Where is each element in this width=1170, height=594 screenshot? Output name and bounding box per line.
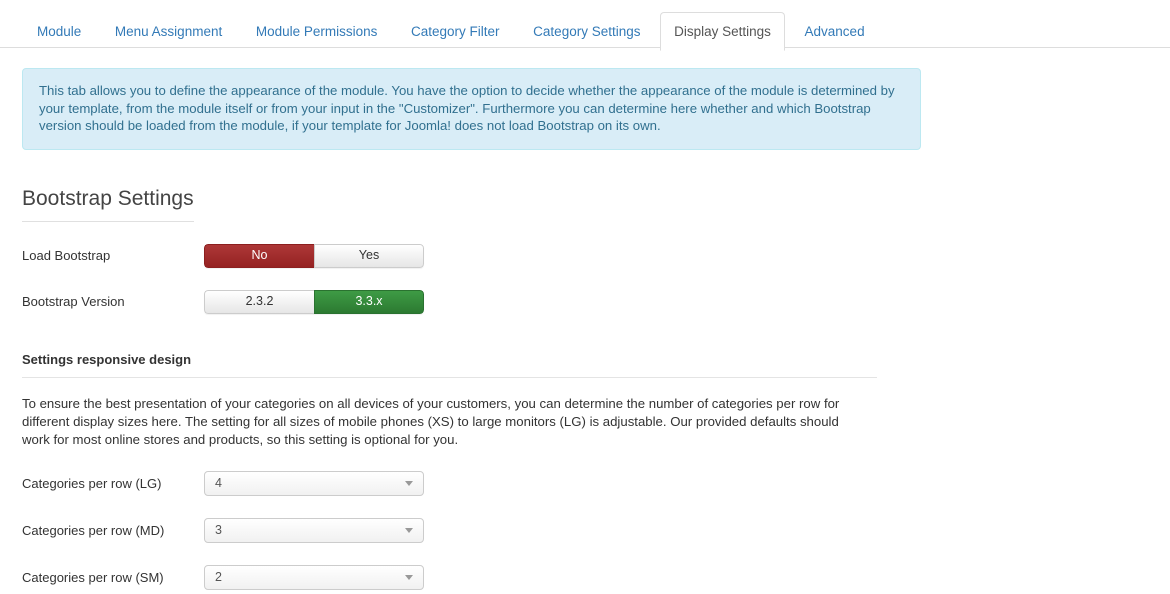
info-alert: This tab allows you to define the appear…: [22, 68, 921, 150]
field-bootstrap-version: Bootstrap Version 2.3.2 3.3.x: [22, 289, 1170, 314]
load-bootstrap-option-yes[interactable]: Yes: [314, 243, 424, 268]
categories-per-row-lg-select[interactable]: 4: [204, 470, 424, 496]
tab-category-settings[interactable]: Category Settings: [519, 12, 654, 50]
load-bootstrap-label: Load Bootstrap: [22, 248, 111, 263]
bootstrap-settings-heading: Bootstrap Settings: [22, 186, 194, 222]
tab-module[interactable]: Module: [23, 12, 95, 50]
categories-per-row-lg-label: Categories per row (LG): [22, 475, 162, 491]
responsive-design-description: To ensure the best presentation of your …: [22, 395, 840, 447]
categories-per-row-sm-select[interactable]: 2: [204, 564, 424, 590]
categories-per-row-md-label: Categories per row (MD): [22, 522, 165, 538]
tab-category-filter[interactable]: Category Filter: [397, 12, 514, 50]
tab-menu-assignment[interactable]: Menu Assignment: [101, 12, 236, 50]
field-load-bootstrap: Load Bootstrap No Yes: [22, 243, 1170, 268]
bootstrap-version-toggle[interactable]: 2.3.2 3.3.x: [204, 289, 424, 314]
chevron-down-icon: [405, 481, 413, 486]
load-bootstrap-option-no[interactable]: No: [204, 243, 314, 268]
tab-display-settings[interactable]: Display Settings: [660, 12, 785, 51]
categories-per-row-md-select[interactable]: 3: [204, 517, 424, 543]
field-categories-per-row-lg: Categories per row (LG) 4: [22, 470, 1170, 496]
categories-per-row-sm-value: 2: [215, 569, 222, 584]
categories-per-row-sm-label: Categories per row (SM): [22, 569, 164, 585]
display-settings-panel: This tab allows you to define the appear…: [0, 68, 1170, 590]
categories-per-row-md-value: 3: [215, 522, 222, 537]
field-categories-per-row-sm: Categories per row (SM) 2: [22, 564, 1170, 590]
load-bootstrap-toggle[interactable]: No Yes: [204, 243, 424, 268]
tab-bar: Module Menu Assignment Module Permission…: [0, 0, 1170, 51]
chevron-down-icon: [405, 575, 413, 580]
bootstrap-version-option-232[interactable]: 2.3.2: [204, 289, 314, 314]
bootstrap-settings-heading-wrap: Bootstrap Settings: [22, 150, 1170, 222]
bootstrap-version-label: Bootstrap Version: [22, 294, 125, 309]
tab-module-permissions[interactable]: Module Permissions: [242, 12, 392, 50]
responsive-design-heading: Settings responsive design: [22, 352, 877, 378]
bootstrap-version-option-33x[interactable]: 3.3.x: [314, 289, 424, 314]
chevron-down-icon: [405, 528, 413, 533]
tab-advanced[interactable]: Advanced: [791, 12, 879, 50]
categories-per-row-lg-value: 4: [215, 475, 222, 490]
field-categories-per-row-md: Categories per row (MD) 3: [22, 517, 1170, 543]
